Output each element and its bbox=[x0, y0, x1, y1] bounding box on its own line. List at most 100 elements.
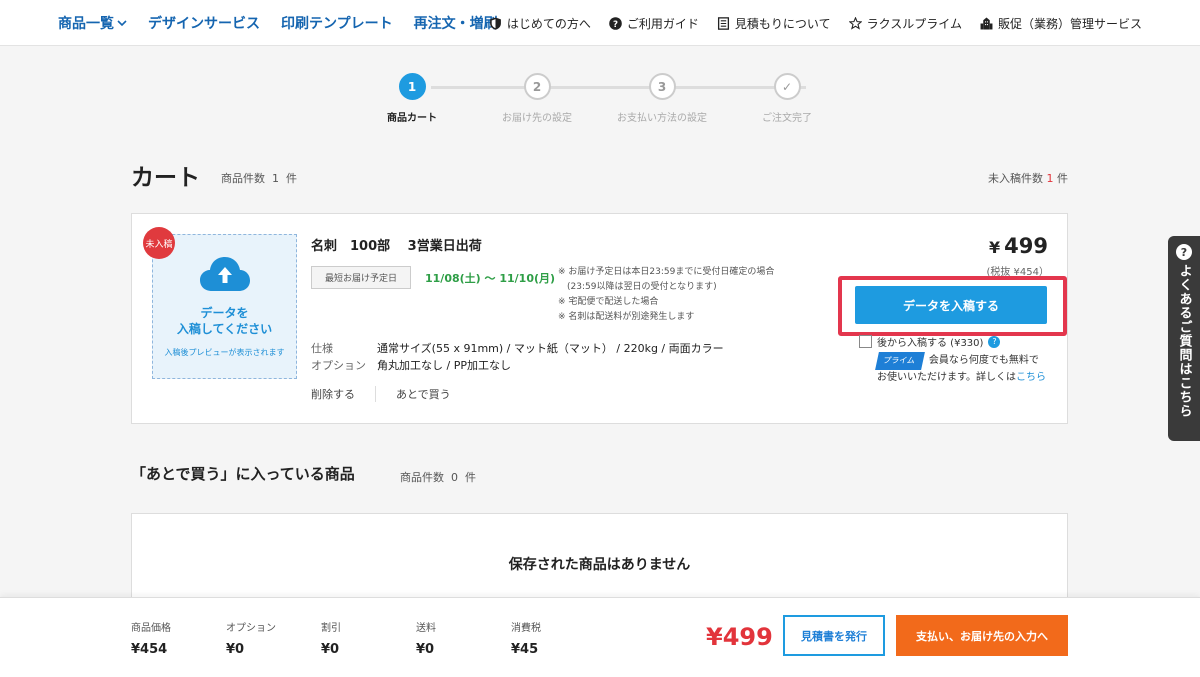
step-label: お支払い方法の設定 bbox=[617, 113, 707, 124]
question-icon: ? bbox=[609, 16, 622, 30]
count-label: 商品件数 bbox=[400, 471, 444, 484]
nav-print-template[interactable]: 印刷テンプレート bbox=[281, 13, 393, 33]
product-name: 名刺 100部 3営業日出荷 bbox=[311, 239, 482, 254]
nav-prime[interactable]: ラクスルプライム bbox=[848, 15, 962, 32]
question-icon: ? bbox=[1176, 244, 1192, 260]
prime-info: プライム 会員なら何度でも無料で お使いいただけます。詳しくはこちら bbox=[875, 352, 1046, 386]
unsubmitted-unit: 件 bbox=[1057, 172, 1068, 185]
building-icon bbox=[980, 17, 993, 29]
nav-reorder[interactable]: 再注文・増刷 bbox=[414, 13, 498, 33]
delivery-notes: ※ お届け予定日は本日23:59までに受付日確定の場合 (23:59以降は翌日の… bbox=[558, 265, 774, 325]
prime-text: 会員なら何度でも無料で bbox=[928, 355, 1039, 366]
nav-products[interactable]: 商品一覧 bbox=[58, 13, 127, 33]
step-complete: ✓ ご注文完了 bbox=[727, 73, 847, 124]
summary-value: ¥0 bbox=[416, 642, 435, 657]
unsubmitted-badge: 未入稿 bbox=[143, 227, 175, 259]
option-row: オプション 角丸加工なし / PP加工なし bbox=[311, 357, 511, 373]
later-item-count: 商品件数 0 件 bbox=[400, 469, 476, 485]
note-line: (23:59以降は翌日の受付となります) bbox=[558, 282, 717, 292]
spec-row: 仕様 通常サイズ(55 x 91mm) / マット紙（マット） / 220kg /… bbox=[311, 340, 724, 356]
later-section-title: 「あとで買う」に入っている商品 bbox=[131, 465, 355, 483]
step-number: 2 bbox=[523, 73, 551, 100]
summary-value: ¥454 bbox=[131, 642, 168, 657]
count-value: 1 bbox=[272, 172, 279, 185]
upload-subtitle: 入稿後プレビューが表示されます bbox=[164, 348, 285, 357]
option-value: 角丸加工なし / PP加工なし bbox=[377, 359, 511, 372]
note-line: ※ 宅配便で配送した場合 bbox=[558, 297, 659, 307]
shield-icon bbox=[489, 17, 501, 30]
order-summary-bar: 商品価格 ¥454 オプション ¥0 割引 ¥0 送料 ¥0 消費税 ¥45 ¥… bbox=[0, 597, 1200, 677]
count-value: 0 bbox=[451, 471, 458, 484]
proceed-payment-button[interactable]: 支払い、お届け先の入力へ bbox=[896, 615, 1068, 656]
step-label: 商品カート bbox=[387, 113, 437, 124]
delivery-label: 最短お届け予定日 bbox=[311, 266, 411, 289]
issue-quote-button[interactable]: 見積書を発行 bbox=[783, 615, 885, 656]
delete-link[interactable]: 削除する bbox=[311, 386, 355, 402]
item-price: ¥499 bbox=[989, 234, 1048, 258]
empty-message: 保存された商品はありません bbox=[508, 557, 691, 573]
save-later-link[interactable]: あとで買う bbox=[396, 386, 451, 402]
unsubmitted-count: 未入稿件数 1 件 bbox=[988, 170, 1068, 186]
step-label: お届け先の設定 bbox=[502, 113, 572, 124]
cart-item-count: 商品件数 1 件 bbox=[221, 170, 297, 186]
nav-beginner[interactable]: はじめての方へ bbox=[489, 15, 591, 32]
count-unit: 件 bbox=[286, 172, 297, 185]
step-number: 1 bbox=[398, 73, 426, 100]
upload-title-line1: データを bbox=[200, 306, 249, 320]
nav-beginner-label: はじめての方へ bbox=[506, 16, 591, 31]
nav-business[interactable]: 販促（業務）管理サービス bbox=[980, 15, 1142, 32]
help-icon[interactable]: ? bbox=[988, 335, 1001, 348]
unsubmitted-value: 1 bbox=[1046, 172, 1054, 185]
summary-item: 消費税 ¥45 bbox=[511, 619, 541, 657]
document-icon bbox=[717, 16, 729, 30]
prime-tag: プライム bbox=[875, 352, 925, 370]
summary-item: 送料 ¥0 bbox=[416, 619, 436, 657]
count-label: 商品件数 bbox=[221, 172, 265, 185]
nav-prime-label: ラクスルプライム bbox=[866, 16, 962, 31]
prime-text: お使いいただけます。詳しくは bbox=[877, 372, 1016, 383]
step-delivery: 2 お届け先の設定 bbox=[477, 73, 597, 124]
submit-data-button[interactable]: データを入稿する bbox=[855, 286, 1047, 324]
summary-value: ¥0 bbox=[226, 642, 245, 657]
nav-design-service[interactable]: デザインサービス bbox=[148, 13, 260, 33]
page-title: カート bbox=[131, 165, 200, 191]
summary-label: 送料 bbox=[416, 623, 436, 634]
spec-label: 仕様 bbox=[311, 342, 333, 355]
chevron-down-icon bbox=[117, 20, 127, 27]
price-symbol: ¥ bbox=[989, 238, 1001, 257]
delivery-dates: 11/08(土) 〜 11/10(月) bbox=[425, 272, 556, 285]
upload-title-line2: 入稿してください bbox=[176, 322, 273, 336]
nav-business-label: 販促（業務）管理サービス bbox=[997, 16, 1142, 31]
summary-item: 商品価格 ¥454 bbox=[131, 619, 171, 657]
top-nav: 商品一覧 デザインサービス 印刷テンプレート 再注文・増刷 はじめての方へ ? … bbox=[0, 0, 1200, 46]
upload-dropzone[interactable]: データを入稿してください 入稿後プレビューが表示されます bbox=[152, 234, 297, 379]
faq-side-tab[interactable]: ? よくあるご質問はこちら bbox=[1168, 236, 1200, 441]
nav-guide[interactable]: ? ご利用ガイド bbox=[609, 15, 699, 32]
option-label: オプション bbox=[311, 359, 366, 372]
nav-estimate[interactable]: 見積もりについて bbox=[717, 15, 831, 32]
order-total: ¥499 bbox=[706, 623, 773, 651]
note-line: ※ お届け予定日は本日23:59までに受付日確定の場合 bbox=[558, 267, 775, 277]
summary-value: ¥45 bbox=[511, 642, 539, 657]
cloud-upload-icon bbox=[199, 257, 250, 291]
later-submit-checkbox[interactable] bbox=[859, 335, 872, 348]
step-payment: 3 お支払い方法の設定 bbox=[602, 73, 722, 124]
prime-link[interactable]: こちら bbox=[1016, 372, 1046, 383]
count-unit: 件 bbox=[465, 471, 476, 484]
faq-tab-label: よくあるご質問はこちら bbox=[1176, 264, 1192, 418]
later-submit-option: 後から入稿する (¥330) ? bbox=[859, 334, 1001, 349]
spec-value: 通常サイズ(55 x 91mm) / マット紙（マット） / 220kg / 両… bbox=[377, 342, 724, 355]
unsubmitted-label: 未入稿件数 bbox=[988, 172, 1043, 185]
summary-label: 商品価格 bbox=[131, 623, 171, 634]
nav-guide-label: ご利用ガイド bbox=[626, 16, 699, 31]
summary-item: 割引 ¥0 bbox=[321, 619, 341, 657]
nav-estimate-label: 見積もりについて bbox=[734, 16, 831, 31]
later-submit-label: 後から入稿する (¥330) bbox=[877, 338, 984, 349]
summary-item: オプション ¥0 bbox=[226, 619, 276, 657]
step-check: ✓ bbox=[773, 73, 801, 100]
divider bbox=[375, 386, 376, 402]
upload-title: データを入稿してください bbox=[153, 305, 296, 337]
svg-text:?: ? bbox=[613, 19, 618, 29]
step-number: 3 bbox=[648, 73, 676, 100]
note-line: ※ 名刺は配送料が別途発生します bbox=[558, 312, 695, 322]
